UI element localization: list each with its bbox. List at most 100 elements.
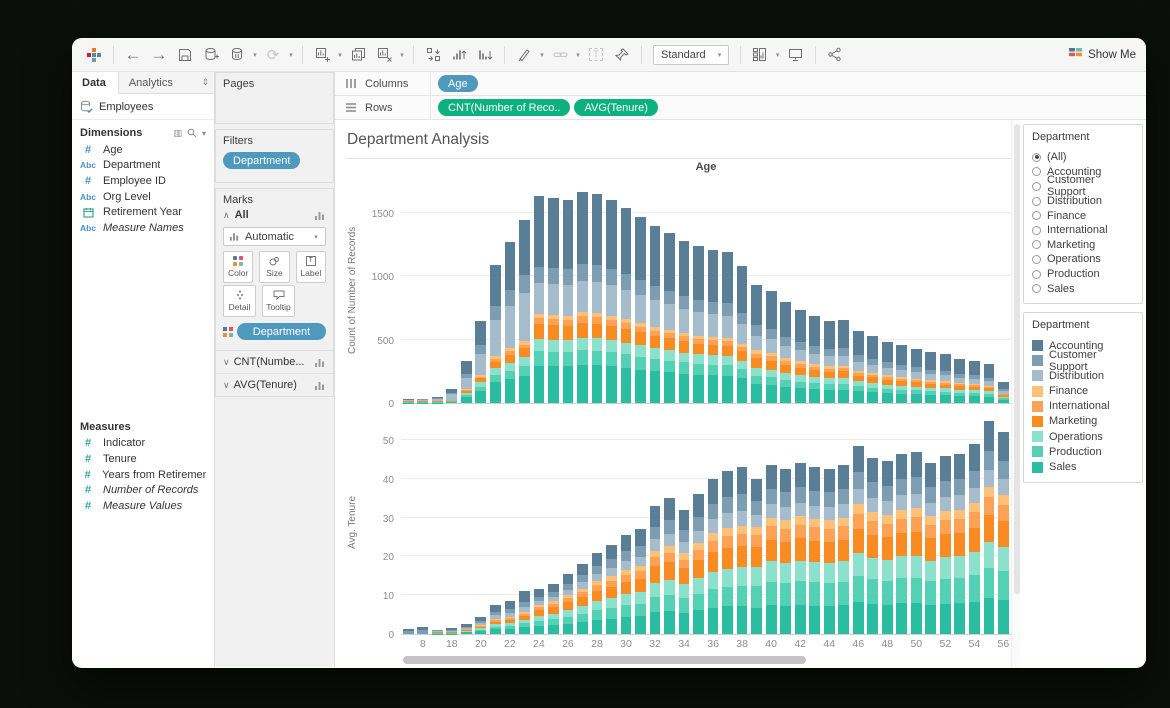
new-worksheet-caret[interactable]: ▾	[336, 51, 344, 59]
marks-department-pill[interactable]: Department	[237, 323, 326, 340]
bar-segment[interactable]	[650, 527, 661, 540]
bar-segment[interactable]	[751, 527, 762, 535]
bar-segment[interactable]	[780, 507, 791, 520]
bar-segment[interactable]	[824, 529, 835, 542]
bar-segment[interactable]	[766, 605, 777, 634]
bar-segment[interactable]	[621, 594, 632, 605]
bar-mark[interactable]	[809, 316, 820, 403]
bar-segment[interactable]	[780, 380, 791, 387]
bar-segment[interactable]	[708, 375, 719, 403]
bar-mark[interactable]	[621, 535, 632, 634]
bar-segment[interactable]	[766, 489, 777, 504]
bar-segment[interactable]	[708, 250, 719, 302]
bar-mark[interactable]	[853, 446, 864, 634]
bar-mark[interactable]	[940, 354, 951, 403]
bar-segment[interactable]	[838, 526, 849, 540]
bar-mark[interactable]	[548, 198, 559, 403]
bar-segment[interactable]	[809, 354, 820, 364]
bar-segment[interactable]	[795, 487, 806, 502]
show-me-button[interactable]: Show Me	[1069, 48, 1136, 61]
bar-segment[interactable]	[490, 605, 501, 612]
field-item[interactable]: #Age	[72, 142, 214, 158]
bar-mark[interactable]	[577, 564, 588, 634]
bar-segment[interactable]	[809, 606, 820, 634]
bar-segment[interactable]	[867, 365, 878, 373]
bar-mark[interactable]	[751, 285, 762, 403]
bar-segment[interactable]	[867, 535, 878, 558]
bar-segment[interactable]	[809, 389, 820, 403]
bar-segment[interactable]	[969, 488, 980, 503]
bar-segment[interactable]	[534, 196, 545, 266]
bar-segment[interactable]	[621, 535, 632, 551]
bar-segment[interactable]	[606, 587, 617, 599]
bar-segment[interactable]	[664, 498, 675, 520]
bar-segment[interactable]	[737, 324, 748, 345]
bar-segment[interactable]	[635, 529, 646, 546]
bar-segment[interactable]	[853, 529, 864, 553]
bar-segment[interactable]	[708, 345, 719, 356]
bar-segment[interactable]	[766, 329, 777, 339]
bar-mark[interactable]	[534, 196, 545, 403]
bar-segment[interactable]	[896, 454, 907, 479]
bar-segment[interactable]	[722, 536, 733, 547]
bar-segment[interactable]	[911, 556, 922, 578]
bar-segment[interactable]	[737, 266, 748, 313]
bar-segment[interactable]	[606, 269, 617, 285]
bar-segment[interactable]	[824, 321, 835, 349]
rows-shelf[interactable]: Rows CNT(Number of Reco..AVG(Tenure)	[335, 96, 1146, 120]
bar-segment[interactable]	[563, 352, 574, 366]
bar-segment[interactable]	[882, 342, 893, 363]
bar-segment[interactable]	[664, 595, 675, 611]
bar-segment[interactable]	[954, 359, 965, 374]
tab-analytics[interactable]: Analytics	[119, 73, 185, 93]
bar-segment[interactable]	[708, 572, 719, 589]
bar-segment[interactable]	[621, 575, 632, 582]
bar-segment[interactable]	[621, 208, 632, 274]
bar-segment[interactable]	[737, 586, 748, 606]
presentation-mode-icon[interactable]	[784, 43, 808, 67]
bar-segment[interactable]	[606, 559, 617, 568]
pane-dock-icon[interactable]: ⇕	[201, 77, 214, 88]
bar-segment[interactable]	[708, 314, 719, 337]
bar-segment[interactable]	[838, 518, 849, 526]
bar-segment[interactable]	[679, 598, 690, 613]
bar-segment[interactable]	[650, 336, 661, 348]
bar-segment[interactable]	[940, 456, 951, 481]
bar-segment[interactable]	[592, 620, 603, 634]
marks-cnt-row[interactable]: ∨ CNT(Numbe...	[216, 350, 333, 373]
bar-segment[interactable]	[809, 527, 820, 540]
legend-item[interactable]: Production	[1032, 444, 1135, 459]
bar-segment[interactable]	[621, 290, 632, 319]
bar-segment[interactable]	[795, 516, 806, 525]
bar-segment[interactable]	[824, 520, 835, 528]
sort-ascending-icon[interactable]	[447, 43, 471, 67]
bar-segment[interactable]	[954, 519, 965, 533]
bar-segment[interactable]	[679, 530, 690, 542]
view-as-grid-icon[interactable]: ▥	[173, 128, 182, 139]
filter-option[interactable]: International	[1032, 223, 1135, 238]
bar-segment[interactable]	[606, 366, 617, 403]
bar-segment[interactable]	[751, 285, 762, 325]
bar-segment[interactable]	[475, 354, 486, 375]
bar-segment[interactable]	[795, 342, 806, 350]
bar-segment[interactable]	[490, 368, 501, 375]
bar-segment[interactable]	[519, 357, 530, 366]
bar-segment[interactable]	[824, 606, 835, 634]
bar-segment[interactable]	[475, 631, 486, 634]
bar-mark[interactable]	[664, 233, 675, 403]
field-item[interactable]: #Number of Records	[72, 482, 214, 498]
bar-segment[interactable]	[809, 519, 820, 527]
filter-option[interactable]: Customer Support	[1032, 179, 1135, 194]
bar-segment[interactable]	[664, 372, 675, 403]
columns-pill-age[interactable]: Age	[438, 75, 478, 92]
pause-auto-updates-icon[interactable]	[225, 43, 249, 67]
bar-segment[interactable]	[606, 598, 617, 608]
bar-segment[interactable]	[867, 498, 878, 512]
bar-segment[interactable]	[693, 517, 704, 531]
bar-segment[interactable]	[621, 551, 632, 561]
bar-segment[interactable]	[708, 365, 719, 376]
bar-mark[interactable]	[592, 194, 603, 403]
bar-segment[interactable]	[737, 361, 748, 369]
bar-segment[interactable]	[563, 610, 574, 617]
bar-segment[interactable]	[954, 495, 965, 509]
